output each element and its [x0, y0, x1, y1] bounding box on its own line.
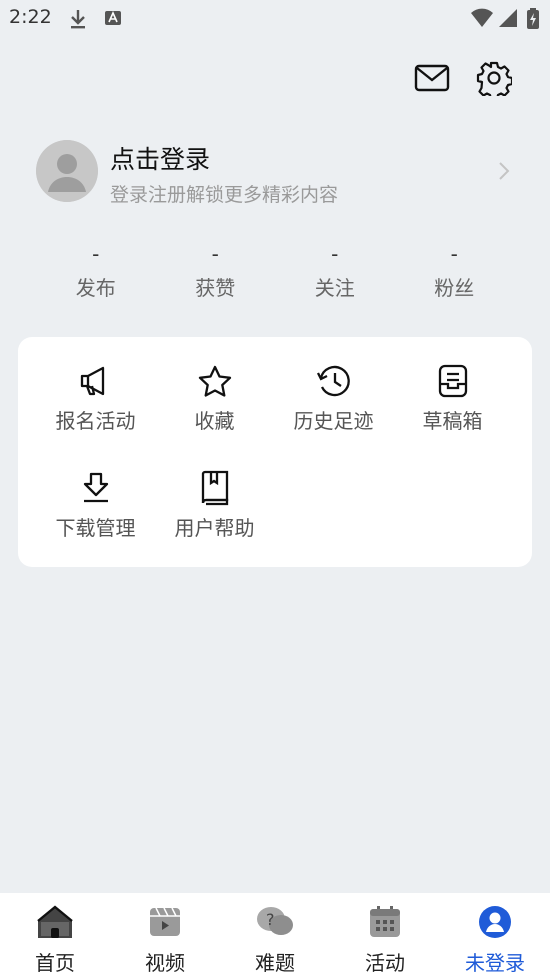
download-icon	[36, 470, 155, 506]
stat-likes[interactable]: - 获赞	[156, 240, 276, 301]
login-title[interactable]: 点击登录	[110, 140, 210, 176]
avatar[interactable]	[36, 140, 98, 202]
stat-label: 关注	[314, 276, 355, 300]
nav-video[interactable]: 视频	[110, 893, 220, 979]
stat-value: -	[211, 242, 219, 266]
grid-item-signup-activity[interactable]: 报名活动	[36, 363, 155, 434]
svg-text:?: ?	[266, 910, 275, 929]
grid-item-downloads[interactable]: 下载管理	[36, 470, 155, 541]
stat-label: 发布	[75, 276, 116, 300]
grid-item-history[interactable]: 历史足迹	[274, 363, 393, 434]
nav-label: 难题	[255, 951, 295, 975]
stat-label: 获赞	[195, 276, 236, 300]
home-icon	[0, 903, 110, 941]
grid-item-label: 草稿箱	[422, 409, 483, 433]
book-icon	[155, 470, 274, 506]
stat-posts[interactable]: - 发布	[36, 240, 156, 301]
nav-label: 未登录	[465, 951, 525, 975]
calendar-icon	[330, 903, 440, 941]
gear-icon[interactable]	[476, 60, 512, 96]
grid-item-user-help[interactable]: 用户帮助	[155, 470, 274, 541]
nav-home[interactable]: 首页	[0, 893, 110, 979]
stat-value: -	[450, 242, 458, 266]
stat-value: -	[331, 242, 339, 266]
nav-label: 首页	[35, 951, 75, 975]
chevron-right-icon[interactable]	[498, 160, 510, 186]
stat-following[interactable]: - 关注	[275, 240, 395, 301]
top-actions	[414, 60, 512, 96]
nav-activity[interactable]: 活动	[330, 893, 440, 979]
question-icon: ?	[220, 903, 330, 941]
keyboard-status-icon	[104, 8, 122, 32]
feature-grid-card: 报名活动 收藏 历史足迹 草稿箱 下载管理 用户帮助	[18, 337, 532, 567]
download-status-icon	[68, 8, 88, 34]
stats-row: - 发布 - 获赞 - 关注 - 粉丝	[36, 240, 514, 301]
grid-item-label: 报名活动	[55, 409, 136, 433]
drafts-icon	[393, 363, 512, 399]
star-icon	[155, 363, 274, 399]
grid-item-drafts[interactable]: 草稿箱	[393, 363, 512, 434]
grid-item-label: 用户帮助	[174, 516, 255, 540]
grid-item-label: 收藏	[194, 409, 235, 433]
megaphone-icon	[36, 363, 155, 399]
signal-icon	[498, 8, 518, 32]
history-icon	[274, 363, 393, 399]
stat-fans[interactable]: - 粉丝	[395, 240, 515, 301]
stat-value: -	[92, 242, 100, 266]
login-subtitle: 登录注册解锁更多精彩内容	[110, 184, 339, 206]
battery-icon	[526, 8, 540, 34]
status-bar: 2:22	[0, 0, 550, 36]
nav-label: 视频	[145, 951, 185, 975]
status-time: 2:22	[9, 6, 52, 28]
login-row[interactable]: 点击登录 登录注册解锁更多精彩内容	[36, 140, 516, 206]
bottom-nav: 首页 视频 ? 难题 活动 未登录	[0, 893, 550, 979]
nav-not-logged-in[interactable]: 未登录	[440, 893, 550, 979]
grid-item-label: 下载管理	[55, 516, 136, 540]
mail-icon[interactable]	[414, 60, 450, 96]
wifi-icon	[470, 8, 494, 32]
user-icon	[440, 903, 550, 941]
grid-item-label: 历史足迹	[293, 409, 374, 433]
stat-label: 粉丝	[434, 276, 475, 300]
grid-item-favorites[interactable]: 收藏	[155, 363, 274, 434]
nav-label: 活动	[365, 951, 405, 975]
video-icon	[110, 903, 220, 941]
nav-questions[interactable]: ? 难题	[220, 893, 330, 979]
